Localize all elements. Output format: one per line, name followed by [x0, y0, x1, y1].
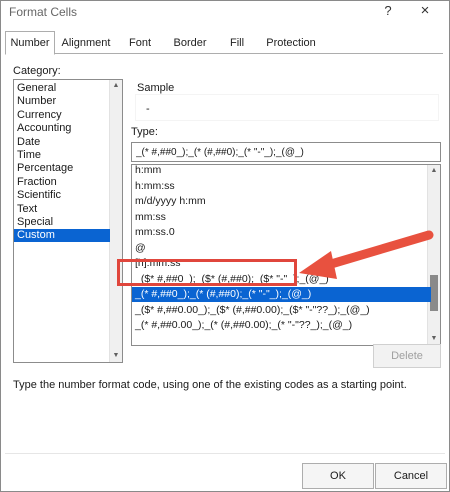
format-code-item[interactable]: m/d/yyyy h:mm	[132, 194, 431, 209]
tab-font[interactable]: Font	[119, 31, 161, 55]
dialog-title: Format Cells	[9, 5, 78, 19]
tab-number[interactable]: Number	[5, 31, 55, 55]
sample-label: Sample	[137, 82, 175, 94]
format-code-item[interactable]: _($* #,##0.00_);_($* (#,##0.00);_($* "-"…	[132, 303, 431, 318]
scroll-up-icon[interactable]: ▲	[110, 80, 122, 92]
close-icon[interactable]: ×	[415, 2, 435, 22]
sample-value: -	[146, 103, 150, 115]
instruction-text: Type the number format code, using one o…	[13, 379, 407, 391]
tab-fill[interactable]: Fill	[219, 31, 255, 55]
category-item[interactable]: Currency	[14, 109, 110, 122]
format-code-item[interactable]: _(* #,##0_);_(* (#,##0);_(* "-"_);_(@_)	[132, 287, 431, 302]
format-code-item[interactable]: h:mm	[132, 165, 431, 178]
category-item[interactable]: Scientific	[14, 189, 110, 202]
category-item[interactable]: Date	[14, 136, 110, 149]
category-list[interactable]: ▲ ▼ General Number Currency Accounting Date T…	[13, 79, 123, 363]
format-code-item[interactable]: mm:ss	[132, 210, 431, 225]
tab-divider	[5, 53, 443, 54]
help-icon[interactable]: ?	[379, 3, 397, 21]
category-item[interactable]: General	[14, 82, 110, 95]
tab-protection[interactable]: Protection	[257, 31, 325, 55]
category-label: Category:	[13, 65, 61, 77]
type-input[interactable]	[131, 142, 441, 162]
category-item[interactable]: Percentage	[14, 162, 110, 175]
category-scrollbar[interactable]: ▲ ▼	[109, 80, 122, 362]
format-code-item[interactable]: h:mm:ss	[132, 179, 431, 194]
scroll-down-icon[interactable]: ▼	[110, 350, 122, 362]
category-item[interactable]: Text	[14, 203, 110, 216]
category-item[interactable]: Special	[14, 216, 110, 229]
tab-alignment[interactable]: Alignment	[55, 31, 117, 55]
bottom-divider	[5, 453, 445, 454]
tab-border[interactable]: Border	[163, 31, 217, 55]
highlight-box	[117, 259, 297, 286]
title-bar: Format Cells ? ×	[1, 1, 449, 25]
category-item[interactable]: Number	[14, 95, 110, 108]
format-code-item[interactable]: _(* #,##0.00_);_(* (#,##0.00);_(* "-"??_…	[132, 318, 431, 333]
category-item[interactable]: Time	[14, 149, 110, 162]
cancel-button[interactable]: Cancel	[375, 463, 447, 489]
category-item[interactable]: Accounting	[14, 122, 110, 135]
delete-button[interactable]: Delete	[373, 344, 441, 368]
category-item[interactable]: Fraction	[14, 176, 110, 189]
red-arrow-icon	[299, 230, 434, 279]
format-cells-dialog: Format Cells ? × Number Alignment Font B…	[0, 0, 450, 492]
ok-button[interactable]: OK	[302, 463, 374, 489]
category-item[interactable]: Custom	[14, 229, 110, 243]
sample-box: -	[135, 94, 439, 121]
type-label: Type:	[131, 126, 158, 138]
